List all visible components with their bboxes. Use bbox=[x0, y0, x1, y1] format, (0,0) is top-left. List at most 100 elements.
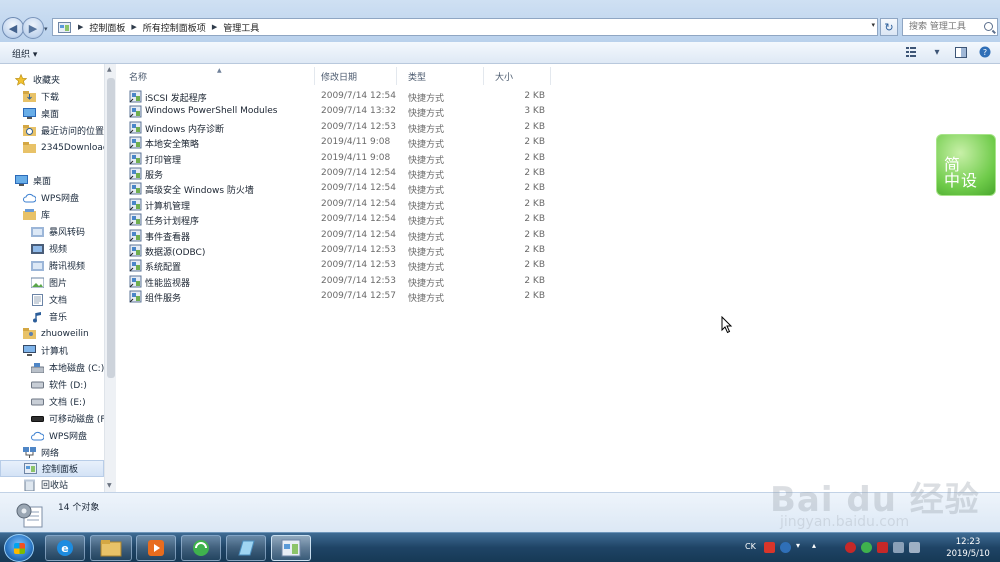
sidebar-item-videos[interactable]: 视频 bbox=[30, 240, 104, 257]
file-row[interactable]: 服务 2009/7/14 12:54 快捷方式 2 KB bbox=[117, 166, 557, 181]
file-row[interactable]: Windows 内存诊断 2009/7/14 12:53 快捷方式 2 KB bbox=[117, 120, 557, 135]
column-header-date[interactable]: 修改日期 bbox=[309, 67, 397, 85]
sidebar-item-music[interactable]: 音乐 bbox=[30, 308, 104, 325]
start-button[interactable] bbox=[4, 534, 34, 562]
file-row[interactable]: Windows PowerShell Modules 2009/7/14 13:3… bbox=[117, 104, 557, 119]
sidebar-item-pictures[interactable]: 图片 bbox=[30, 274, 104, 291]
sidebar-item-tencent-video[interactable]: 腾讯视频 bbox=[30, 257, 104, 274]
sidebar-item-drive-e[interactable]: 文档 (E:) bbox=[30, 393, 104, 410]
sidebar-item-label: 暴风转码 bbox=[49, 228, 86, 238]
breadcrumb-all-items[interactable]: 所有控制面板项 bbox=[143, 21, 206, 34]
file-row[interactable]: 计算机管理 2009/7/14 12:54 快捷方式 2 KB bbox=[117, 197, 557, 212]
file-row[interactable]: 任务计划程序 2009/7/14 12:54 快捷方式 2 KB bbox=[117, 212, 557, 227]
file-row[interactable]: 性能监视器 2009/7/14 12:53 快捷方式 2 KB bbox=[117, 274, 557, 289]
scroll-down-arrow-icon[interactable]: ▼ bbox=[107, 482, 112, 489]
security-icon[interactable] bbox=[845, 542, 856, 553]
search-box[interactable] bbox=[902, 18, 998, 36]
organize-menu[interactable]: 组织 ▾ bbox=[12, 47, 37, 60]
sidebar-item-libraries[interactable]: 库 bbox=[22, 206, 104, 223]
sidebar-item-control-panel[interactable]: 控制面板 bbox=[0, 460, 104, 477]
file-date: 2009/7/14 12:53 bbox=[321, 275, 396, 286]
sidebar-item-desktop-fav[interactable]: 桌面 bbox=[22, 105, 104, 122]
file-row[interactable]: 事件查看器 2009/7/14 12:54 快捷方式 2 KB bbox=[117, 228, 557, 243]
help-icon[interactable] bbox=[780, 542, 791, 553]
preview-pane-icon[interactable] bbox=[954, 46, 968, 58]
file-size: 2 KB bbox=[524, 291, 545, 302]
file-row[interactable]: 数据源(ODBC) 2009/7/14 12:53 快捷方式 2 KB bbox=[117, 243, 557, 258]
forward-button[interactable]: ▶ bbox=[22, 17, 44, 39]
file-type: 快捷方式 bbox=[408, 171, 445, 181]
sidebar-item-user-folder[interactable]: zhuoweilin bbox=[22, 325, 104, 342]
address-bar[interactable]: ▶ 控制面板 ▶ 所有控制面板项 ▶ 管理工具 ▾ bbox=[52, 18, 878, 36]
scrollbar-thumb[interactable] bbox=[107, 78, 115, 378]
taskbar-360-browser[interactable] bbox=[181, 535, 221, 561]
breadcrumb-control-panel[interactable]: 控制面板 bbox=[89, 21, 125, 34]
refresh-button[interactable]: ↻ bbox=[880, 18, 898, 36]
column-header-name[interactable]: 名称 ▲ bbox=[117, 67, 315, 85]
file-row[interactable]: 组件服务 2009/7/14 12:57 快捷方式 2 KB bbox=[117, 289, 557, 304]
sidebar-item-documents[interactable]: 文档 bbox=[30, 291, 104, 308]
address-history-dropdown[interactable]: ▾ bbox=[871, 21, 875, 29]
search-input[interactable] bbox=[903, 19, 981, 35]
breadcrumb-separator[interactable]: ▶ bbox=[78, 23, 83, 31]
recent-pages-dropdown[interactable]: ▾ bbox=[44, 25, 48, 33]
sidebar-item-desktop[interactable]: 桌面 bbox=[14, 172, 104, 189]
input-language-indicator[interactable]: CK bbox=[745, 542, 756, 551]
help-icon[interactable]: ? bbox=[978, 46, 992, 58]
sidebar-item-drive-f[interactable]: 可移动磁盘 (F:) bbox=[30, 410, 104, 427]
desktop-gadget[interactable]: 简 中设 bbox=[936, 134, 996, 196]
taskbar-explorer[interactable] bbox=[90, 535, 132, 561]
sidebar-item-baofeng[interactable]: 暴风转码 bbox=[30, 223, 104, 240]
breadcrumb-admin-tools[interactable]: 管理工具 bbox=[223, 21, 259, 34]
back-button[interactable]: ◀ bbox=[2, 17, 24, 39]
file-type: 快捷方式 bbox=[408, 155, 445, 166]
system-clock[interactable]: 12:23 2019/5/10 bbox=[944, 536, 992, 560]
shortcut-icon bbox=[129, 275, 142, 288]
file-row[interactable]: iSCSI 发起程序 2009/7/14 12:54 快捷方式 2 KB bbox=[117, 89, 557, 104]
picture-icon bbox=[30, 277, 44, 289]
file-row[interactable]: 高级安全 Windows 防火墙 2009/7/14 12:54 快捷方式 2 KB bbox=[117, 181, 557, 196]
show-hidden-icons-icon[interactable]: ▴ bbox=[812, 541, 823, 552]
view-dropdown-icon[interactable]: ▾ bbox=[930, 46, 944, 58]
taskbar-control-panel[interactable] bbox=[271, 535, 311, 561]
network-warning-icon[interactable] bbox=[877, 542, 888, 553]
details-pane: 14 个对象 bbox=[0, 492, 1000, 532]
breadcrumb-separator[interactable]: ▶ bbox=[212, 23, 217, 31]
taskbar-ie[interactable]: e bbox=[45, 535, 85, 561]
sidebar-item-favorites[interactable]: 收藏夹 bbox=[14, 71, 104, 88]
file-type: 快捷方式 bbox=[408, 94, 445, 104]
admin-tools-icon bbox=[16, 503, 43, 528]
sidebar-item-wps-cloud[interactable]: WPS网盘 bbox=[22, 189, 104, 206]
sidebar-item-network[interactable]: 网络 bbox=[22, 444, 104, 461]
breadcrumb-separator[interactable]: ▶ bbox=[131, 23, 136, 31]
column-header-type[interactable]: 类型 bbox=[396, 67, 484, 85]
taskbar-notepad[interactable] bbox=[226, 535, 266, 561]
file-row[interactable]: 本地安全策略 2019/4/11 9:08 快捷方式 2 KB bbox=[117, 135, 557, 150]
action-center-icon[interactable] bbox=[893, 542, 904, 553]
scroll-up-arrow-icon[interactable]: ▲ bbox=[107, 66, 112, 73]
antivirus-icon[interactable] bbox=[861, 542, 872, 553]
file-row[interactable]: 系统配置 2009/7/14 12:53 快捷方式 2 KB bbox=[117, 258, 557, 273]
search-icon[interactable] bbox=[984, 22, 993, 31]
download-folder-icon bbox=[22, 91, 36, 103]
file-row[interactable]: 打印管理 2019/4/11 9:08 快捷方式 2 KB bbox=[117, 151, 557, 166]
sidebar-item-drive-d[interactable]: 软件 (D:) bbox=[30, 376, 104, 393]
removable-drive-icon bbox=[30, 413, 44, 425]
file-date: 2009/7/14 12:57 bbox=[321, 291, 396, 302]
volume-icon[interactable] bbox=[909, 542, 920, 553]
sogou-input-icon[interactable] bbox=[764, 542, 775, 553]
column-header-size[interactable]: 大小 bbox=[483, 67, 551, 85]
sidebar-item-recent-places[interactable]: 最近访问的位置 bbox=[22, 122, 104, 139]
shortcut-icon bbox=[129, 152, 142, 165]
taskbar-media-player[interactable] bbox=[136, 535, 176, 561]
tray-dropdown-icon[interactable]: ▾ bbox=[796, 541, 807, 552]
sidebar-item-drive-c[interactable]: 本地磁盘 (C:) bbox=[30, 359, 104, 376]
sidebar-item-downloads[interactable]: 下载 bbox=[22, 88, 104, 105]
sidebar-scrollbar[interactable]: ▲ ▼ bbox=[104, 64, 116, 492]
sidebar-item-2345downloads[interactable]: 2345Downloads bbox=[22, 139, 104, 156]
sidebar-item-wps-cloud-2[interactable]: WPS网盘 bbox=[30, 427, 104, 444]
view-options-icon[interactable] bbox=[906, 46, 920, 58]
file-name: 系统配置 bbox=[145, 263, 182, 274]
sidebar-item-computer[interactable]: 计算机 bbox=[22, 342, 104, 359]
sidebar-item-recycle-bin[interactable]: 回收站 bbox=[22, 476, 104, 492]
